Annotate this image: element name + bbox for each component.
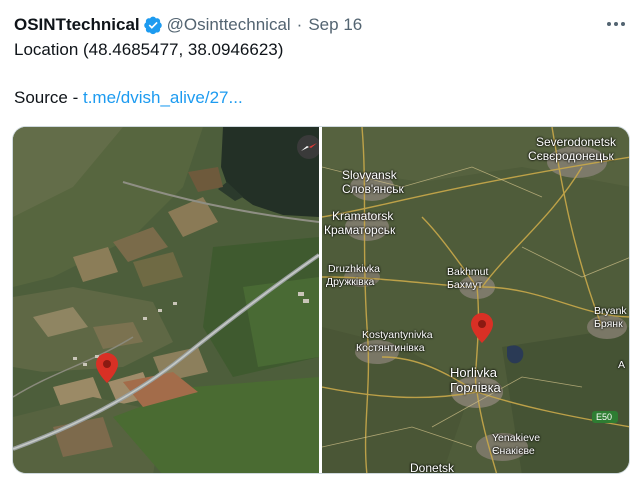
label-slovyansk: Slovyansk bbox=[342, 168, 397, 182]
media-container[interactable]: Severodonetsk Сєвєродонецьк Slovyansk Сл… bbox=[12, 126, 630, 474]
label-druzhkivka: Druzhkivka bbox=[328, 263, 380, 275]
label-donetsk: Donetsk bbox=[410, 461, 455, 473]
source-label: Source - bbox=[14, 88, 83, 107]
verified-badge-icon bbox=[143, 16, 162, 35]
label-slovyansk-uk: Слов'янськ bbox=[342, 182, 404, 196]
separator-dot: · bbox=[296, 15, 303, 34]
label-partial-a: A bbox=[618, 359, 626, 371]
map-pin-icon bbox=[471, 313, 493, 343]
author-handle[interactable]: @Osinttechnical bbox=[167, 15, 291, 35]
label-kostyantynivka: Kostyantynivka bbox=[362, 329, 433, 341]
label-severodonetsk: Severodonetsk bbox=[536, 135, 617, 149]
road-shield-e50: E50 bbox=[596, 412, 613, 422]
label-kramatorsk: Kramatorsk bbox=[332, 209, 394, 223]
source-link[interactable]: t.me/dvish_alive/27... bbox=[83, 88, 243, 107]
regional-satellite-map[interactable]: Severodonetsk Сєвєродонецьк Slovyansk Сл… bbox=[322, 127, 629, 473]
label-horlivka: Horlivka bbox=[450, 365, 497, 380]
label-bakhmut: Bakhmut bbox=[447, 266, 489, 278]
satellite-image-closeup[interactable] bbox=[13, 127, 319, 473]
label-bryanka-uk: Брянк bbox=[594, 318, 623, 330]
label-kramatorsk-uk: Краматорськ bbox=[324, 223, 396, 237]
more-options-icon[interactable] bbox=[604, 12, 628, 36]
tweet-header: OSINTtechnical @Osinttechnical · Sep 16 bbox=[14, 14, 362, 36]
label-druzhkivka-uk: Дружківка bbox=[326, 276, 375, 288]
compass-icon[interactable] bbox=[297, 135, 319, 159]
label-kostyantynivka-uk: Костянтинівка bbox=[356, 342, 425, 354]
label-yenakieve: Yenakieve bbox=[492, 432, 541, 444]
source-line: Source - t.me/dvish_alive/27... bbox=[14, 88, 243, 108]
author-name[interactable]: OSINTtechnical bbox=[14, 15, 140, 35]
location-text: Location (48.4685477, 38.0946623) bbox=[14, 40, 284, 59]
label-bryanka: Bryank bbox=[594, 305, 627, 317]
tweet-date[interactable]: Sep 16 bbox=[308, 15, 362, 35]
label-yenakieve-uk: Єнакієве bbox=[492, 445, 535, 457]
label-severodonetsk-uk: Сєвєродонецьк bbox=[528, 149, 614, 163]
label-bakhmut-uk: Бахмут bbox=[447, 279, 483, 291]
map-pin-icon bbox=[96, 353, 118, 383]
label-horlivka-uk: Горлівка bbox=[450, 380, 501, 395]
